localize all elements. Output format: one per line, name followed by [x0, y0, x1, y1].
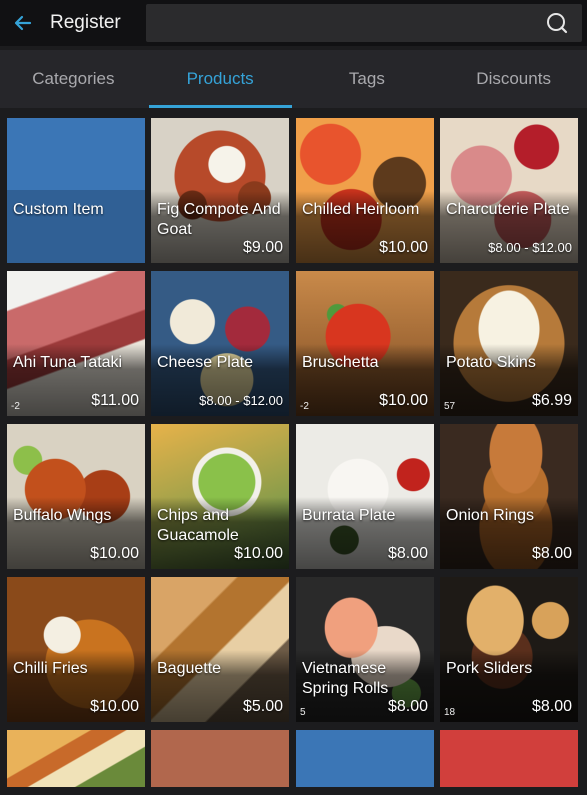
product-price: $8.00: [531, 545, 572, 562]
tab-discounts[interactable]: Discounts: [440, 50, 587, 108]
product-price: $8.00: [387, 545, 428, 562]
product-tile[interactable]: Cheese Plate $8.00 - $12.00: [151, 271, 289, 416]
product-tile[interactable]: Bruschetta $10.00 -2: [296, 271, 434, 416]
product-price: $6.99: [531, 392, 572, 409]
product-price: $9.00: [242, 239, 283, 256]
product-tile[interactable]: [151, 730, 289, 787]
product-tile[interactable]: [440, 730, 578, 787]
product-tile[interactable]: Vietnamese Spring Rolls $8.00 5: [296, 577, 434, 722]
search-icon[interactable]: [546, 12, 568, 34]
product-name: Chilled Heirloom: [302, 201, 420, 218]
product-name: Potato Skins: [446, 354, 536, 371]
product-price: $10.00: [379, 392, 428, 409]
tab-bar: Categories Products Tags Discounts: [0, 50, 587, 108]
product-name: Bruschetta: [302, 354, 379, 371]
product-name: Buffalo Wings: [13, 507, 112, 524]
product-tile[interactable]: Fig Compote And Goat $9.00: [151, 118, 289, 263]
product-tile[interactable]: Chips and Guacamole $10.00: [151, 424, 289, 569]
stock-count: 57: [444, 401, 456, 412]
product-price: $8.00 - $12.00: [199, 393, 283, 408]
product-price: $5.00: [242, 698, 283, 715]
product-tile[interactable]: Pork Sliders $8.00 18: [440, 577, 578, 722]
product-name: Cheese Plate: [157, 354, 254, 371]
product-price: $10.00: [90, 698, 139, 715]
product-price: $8.00 - $12.00: [488, 240, 572, 255]
product-tile[interactable]: Onion Rings $8.00: [440, 424, 578, 569]
search-input[interactable]: [146, 4, 582, 42]
product-name: Fig Compote And Goat: [157, 201, 281, 238]
product-tile[interactable]: Burrata Plate $8.00: [296, 424, 434, 569]
product-name: Onion Rings: [446, 507, 535, 524]
product-name: Charcuterie Plate: [446, 201, 570, 218]
tab-products[interactable]: Products: [147, 50, 294, 108]
stock-count: 18: [444, 707, 456, 718]
product-price: $10.00: [379, 239, 428, 256]
product-name: Custom Item: [13, 201, 104, 218]
product-name: Vietnamese Spring Rolls: [302, 660, 389, 697]
product-price: $11.00: [91, 392, 139, 409]
product-tile[interactable]: Ahi Tuna Tataki $11.00 -2: [7, 271, 145, 416]
product-tile[interactable]: Chilled Heirloom $10.00: [296, 118, 434, 263]
product-name: Pork Sliders: [446, 660, 533, 677]
product-price: $10.00: [90, 545, 139, 562]
stock-count: -2: [300, 401, 309, 412]
stock-count: -2: [11, 401, 20, 412]
product-tile[interactable]: [296, 730, 434, 787]
product-name: Ahi Tuna Tataki: [13, 354, 123, 371]
product-price: $8.00: [531, 698, 572, 715]
product-tile[interactable]: Potato Skins $6.99 57: [440, 271, 578, 416]
back-arrow-icon: [14, 15, 32, 31]
product-tile-custom-item[interactable]: Custom Item: [7, 118, 145, 263]
tab-tags[interactable]: Tags: [294, 50, 441, 108]
stock-count: 5: [300, 707, 306, 718]
product-tile[interactable]: [7, 730, 145, 787]
product-name: Baguette: [157, 660, 222, 677]
product-name: Burrata Plate: [302, 507, 396, 524]
product-tile[interactable]: Charcuterie Plate $8.00 - $12.00: [440, 118, 578, 263]
product-image: [7, 730, 145, 787]
product-price: $10.00: [234, 545, 283, 562]
app-bar: Register: [0, 0, 587, 46]
product-tile[interactable]: Buffalo Wings $10.00: [7, 424, 145, 569]
product-tile[interactable]: Chilli Fries $10.00: [7, 577, 145, 722]
product-name: Chilli Fries: [13, 660, 88, 677]
tab-categories[interactable]: Categories: [0, 50, 147, 108]
product-price: $8.00: [387, 698, 428, 715]
product-name: Chips and Guacamole: [157, 507, 239, 544]
back-button[interactable]: [0, 0, 46, 46]
page-title: Register: [50, 12, 121, 33]
product-tile[interactable]: Baguette $5.00: [151, 577, 289, 722]
